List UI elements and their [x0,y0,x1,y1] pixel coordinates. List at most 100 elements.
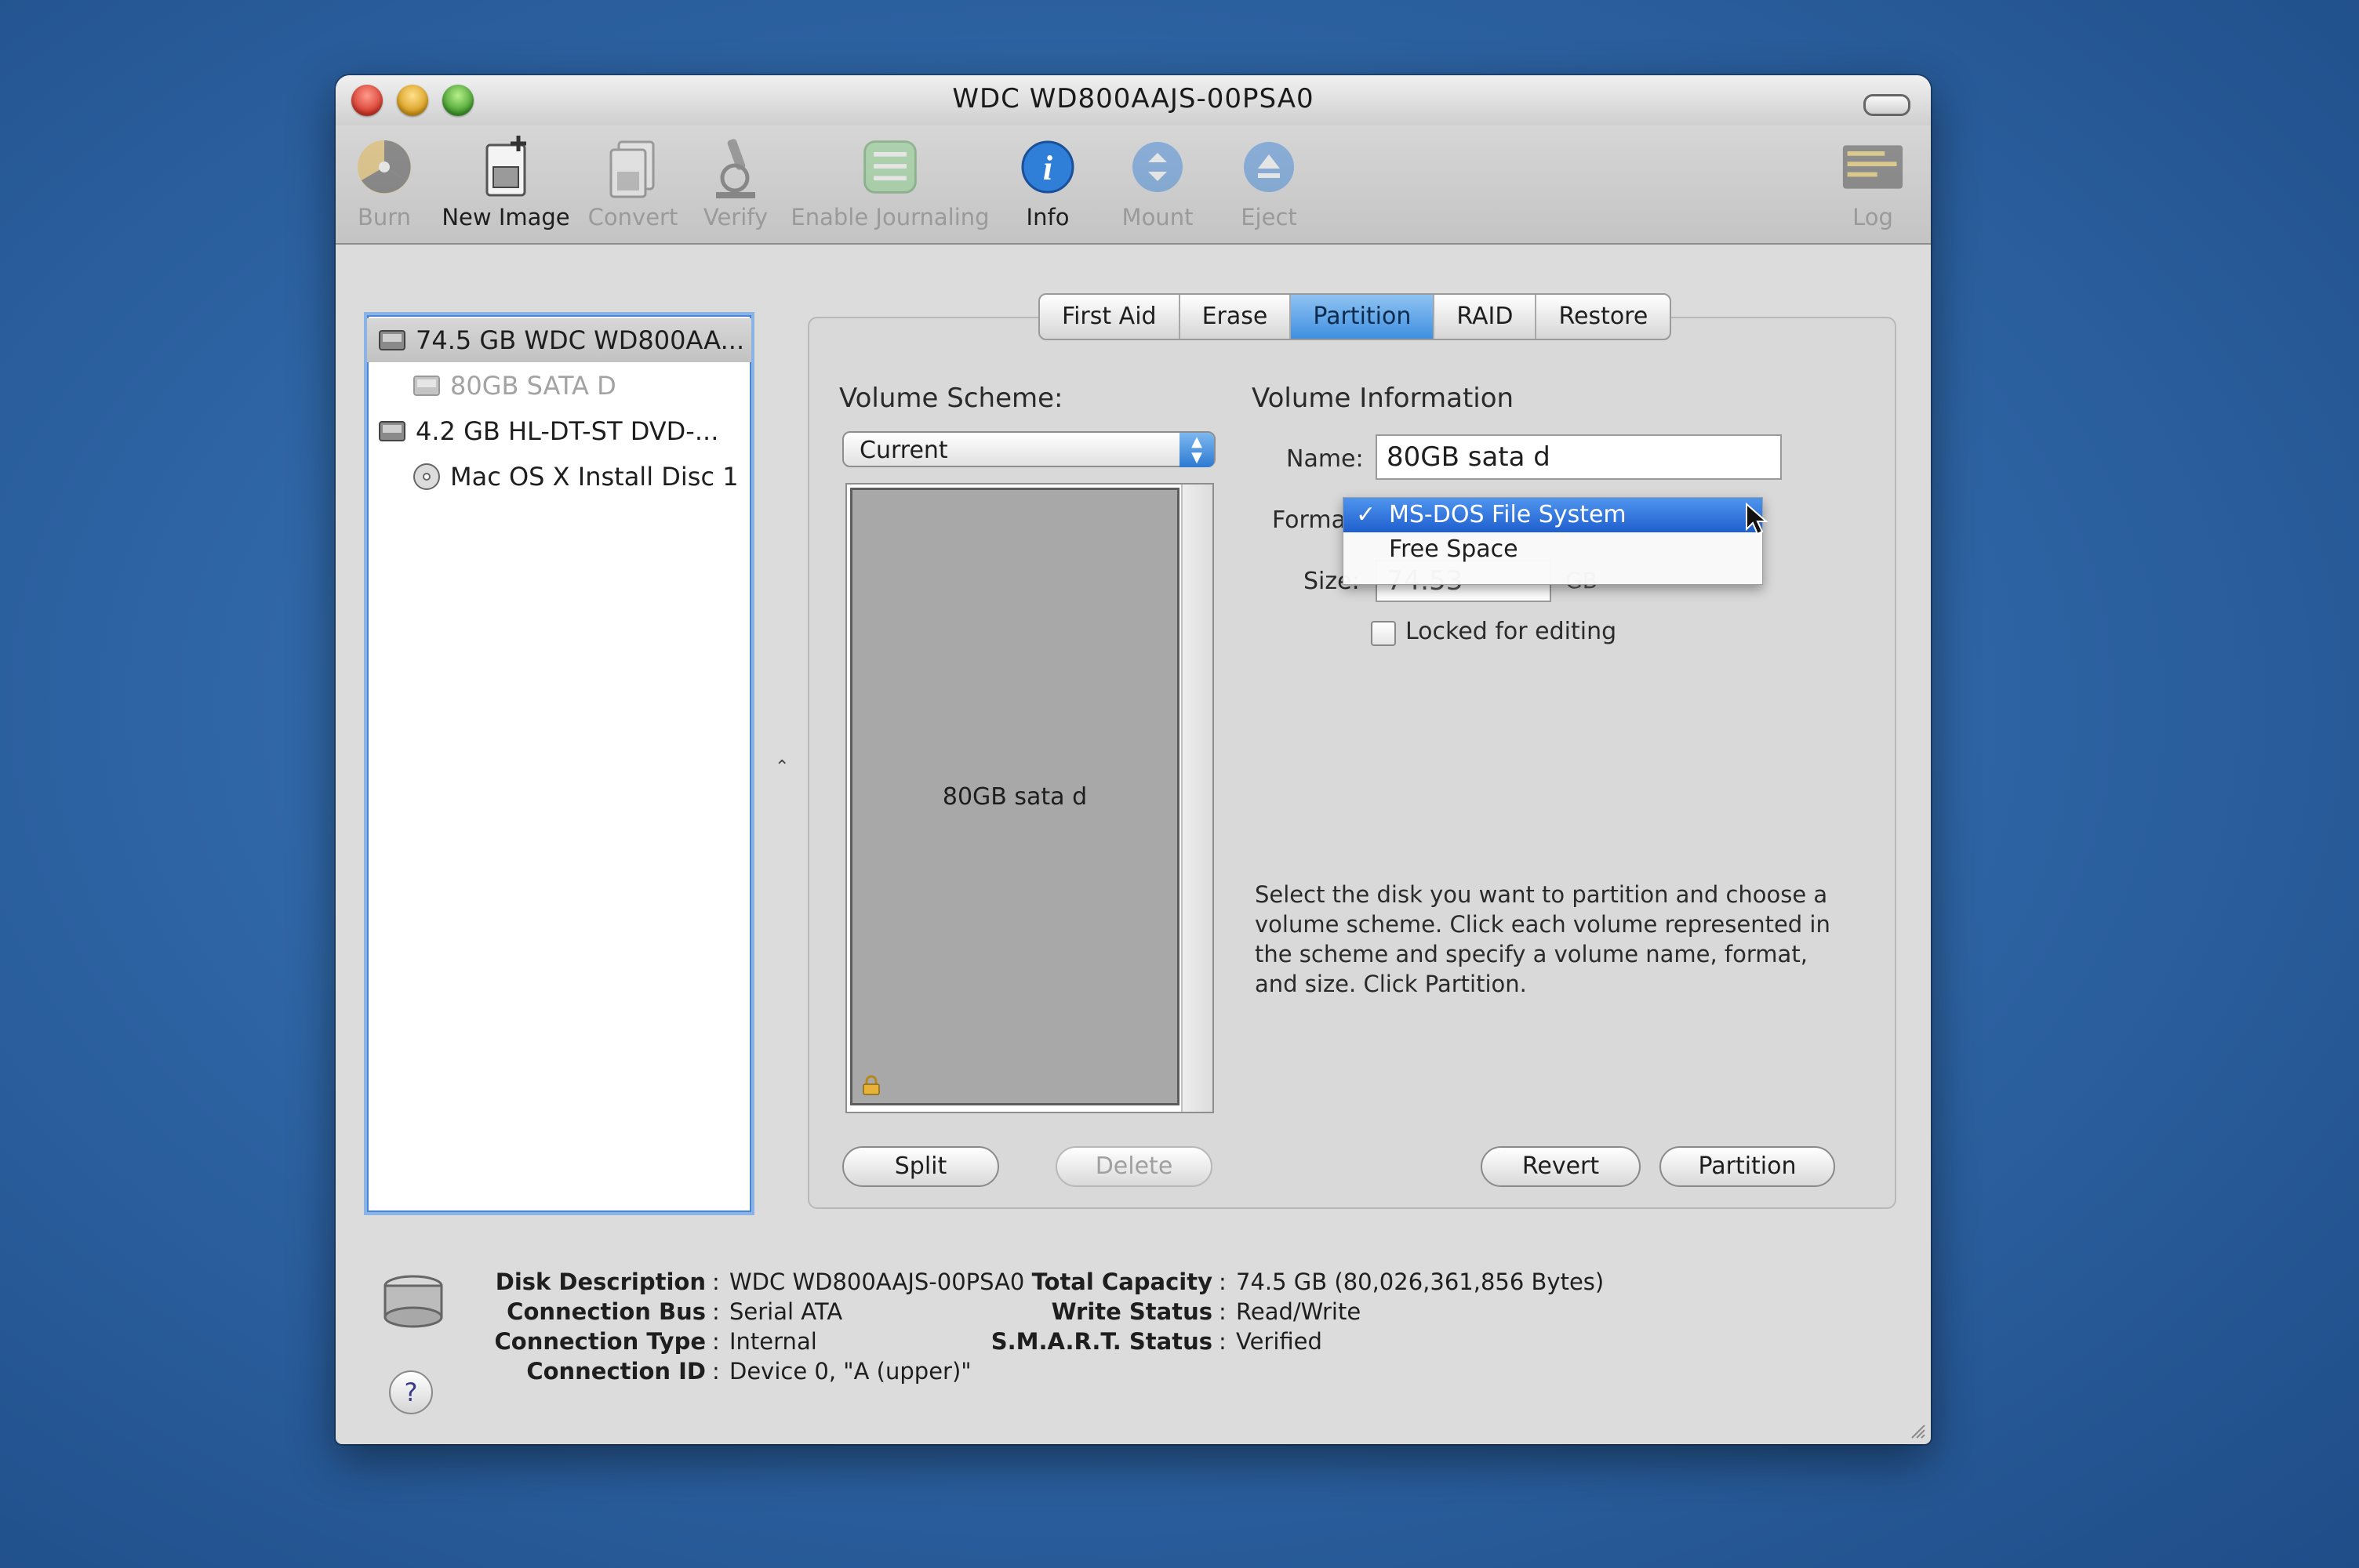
info-key: Total Capacity [1031,1269,1212,1295]
mount-label: Mount [1121,204,1194,230]
tab-partition[interactable]: Partition [1291,295,1435,339]
tab-restore[interactable]: Restore [1536,295,1670,339]
info-value: Internal [729,1328,817,1355]
convert-button[interactable]: Convert [582,133,684,230]
info-button[interactable]: i Info [1010,133,1085,230]
info-separator: : [1219,1269,1227,1295]
optical-drive-icon [379,421,405,441]
volume-name-field[interactable]: 80GB sata d [1376,434,1782,480]
log-label: Log [1852,204,1893,230]
revert-button[interactable]: Revert [1481,1146,1641,1187]
verify-label: Verify [703,204,769,230]
svg-text:i: i [1043,149,1053,187]
split-view-handle[interactable]: ⌃ [775,757,789,777]
locked-for-editing-checkbox[interactable] [1371,621,1396,646]
delete-button[interactable]: Delete [1056,1146,1212,1187]
disk-item-label: 4.2 GB HL-DT-ST DVD-... [416,416,719,446]
new-image-icon [474,133,537,201]
eject-button[interactable]: Eject [1222,133,1316,230]
disk-item-label: 74.5 GB WDC WD800AA... [416,325,745,355]
disk-utility-window: WDC WD800AAJS-00PSA0 Burn New Image Conv… [336,75,1931,1444]
info-value: Verified [1236,1328,1322,1355]
burn-icon [353,133,416,201]
info-separator: : [712,1269,720,1295]
menu-item-free-space[interactable]: Free Space [1343,532,1762,567]
disk-list[interactable]: 74.5 GB WDC WD800AA... 80GB SATA D 4.2 G… [364,312,754,1215]
burn-button[interactable]: Burn [347,133,422,230]
format-dropdown-menu[interactable]: ✓ MS-DOS File System Free Space [1343,497,1768,585]
scheme-volume-block[interactable]: 80GB sata d [850,488,1180,1105]
scheme-volume-name: 80GB sata d [942,782,1088,811]
split-button[interactable]: Split [842,1146,999,1187]
info-value: Serial ATA [729,1298,843,1325]
verify-icon [704,133,767,201]
log-icon [1841,133,1904,201]
enable-journaling-button[interactable]: Enable Journaling [784,133,996,230]
info-value: Device 0, "A (upper)" [729,1358,972,1385]
menu-item-ms-dos[interactable]: ✓ MS-DOS File System [1343,498,1768,535]
tab-raid[interactable]: RAID [1434,295,1537,339]
tab-bar: First Aid Erase Partition RAID Restore [1038,293,1672,340]
disk-item-dvd[interactable]: 4.2 GB HL-DT-ST DVD-... [367,409,751,453]
window-title: WDC WD800AAJS-00PSA0 [952,83,1314,114]
log-button[interactable]: Log [1835,133,1910,230]
info-key: Disk Description [495,1269,706,1295]
new-image-button[interactable]: New Image [439,133,572,230]
toolbar: Burn New Image Convert Verify Enable Jou… [336,125,1931,245]
mount-icon [1126,133,1189,201]
tab-erase[interactable]: Erase [1180,295,1292,339]
volume-item-label: Mac OS X Install Disc 1 [450,462,739,492]
convert-label: Convert [587,204,678,230]
info-key: Write Status [1051,1298,1212,1325]
tab-first-aid[interactable]: First Aid [1040,295,1180,339]
info-separator: : [1219,1298,1227,1325]
info-key: Connection ID [526,1358,706,1385]
menu-item-label: MS-DOS File System [1389,501,1627,528]
info-separator: : [712,1298,720,1325]
info-separator: : [712,1358,720,1385]
enable-journaling-label: Enable Journaling [791,204,990,230]
hard-disk-icon [379,330,405,350]
info-key: Connection Type [494,1328,707,1355]
volume-item-install-disc[interactable]: Mac OS X Install Disc 1 [367,455,751,499]
eject-label: Eject [1241,204,1297,230]
burn-label: Burn [357,204,412,230]
disk-info-hard-disk-icon [383,1275,443,1328]
resize-grip-icon[interactable] [1907,1421,1926,1439]
lock-icon [863,1075,880,1095]
journaling-icon [859,133,921,201]
info-key: S.M.A.R.T. Status [990,1328,1212,1355]
help-button[interactable]: ? [389,1370,433,1414]
verify-button[interactable]: Verify [698,133,773,230]
partition-help-text: Select the disk you want to partition an… [1255,881,1830,997]
info-icon: i [1016,133,1079,201]
convert-icon [602,133,664,201]
name-label: Name: [1286,445,1364,473]
info-value: 74.5 GB (80,026,361,856 Bytes) [1236,1269,1605,1295]
volume-scheme-label: Volume Scheme: [839,383,1063,414]
volume-information-label: Volume Information [1252,383,1514,414]
toolbar-toggle-button[interactable] [1863,94,1910,116]
volume-item-label: 80GB SATA D [450,371,616,401]
volume-scheme-value: Current [860,437,948,464]
volume-scheme-popup[interactable]: Current ▲ ▼ [842,431,1216,467]
title-bar[interactable]: WDC WD800AAJS-00PSA0 [336,75,1931,127]
mount-button[interactable]: Mount [1110,133,1205,230]
scheme-scrollbar[interactable] [1181,485,1212,1112]
checkmark-icon: ✓ [1356,501,1376,528]
volume-icon [413,376,440,396]
volume-item-80gb-sata-d[interactable]: 80GB SATA D [367,364,751,408]
info-separator: : [1219,1328,1227,1355]
partition-button[interactable]: Partition [1659,1146,1835,1187]
popup-arrows-icon: ▲ ▼ [1180,433,1214,467]
info-separator: : [712,1328,720,1355]
info-value: Read/Write [1236,1298,1361,1325]
disk-item-wdc[interactable]: 74.5 GB WDC WD800AA... [367,318,751,362]
disc-icon [413,463,440,490]
eject-icon [1238,133,1300,201]
locked-for-editing-label: Locked for editing [1405,618,1617,645]
volume-scheme-map[interactable]: 80GB sata d [845,483,1214,1113]
new-image-label: New Image [442,204,570,230]
info-key: Connection Bus [507,1298,706,1325]
info-label: Info [1026,204,1070,230]
